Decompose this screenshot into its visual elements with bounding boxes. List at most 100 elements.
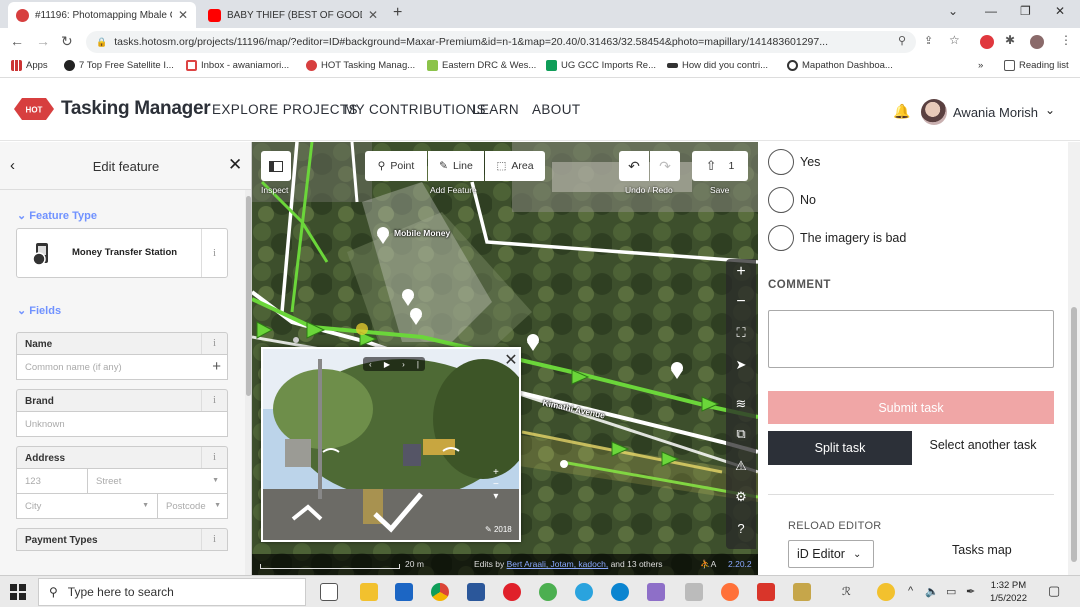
comment-textarea[interactable] bbox=[768, 310, 1054, 368]
pen-icon[interactable]: ✒ bbox=[966, 585, 975, 598]
fields-section-toggle[interactable]: ⌄ Fields bbox=[17, 304, 61, 317]
app-icon[interactable] bbox=[685, 583, 703, 601]
radio-circle[interactable] bbox=[768, 149, 794, 175]
reading-list-button[interactable]: Reading list bbox=[1004, 60, 1069, 71]
address-street-input[interactable]: Street ▼ bbox=[87, 469, 228, 494]
hot-logo-icon[interactable]: HOT bbox=[14, 96, 54, 122]
panel-scrollbar[interactable] bbox=[245, 190, 251, 575]
scale-bar[interactable] bbox=[260, 564, 400, 569]
next-photo-icon[interactable]: › bbox=[402, 360, 405, 369]
tasks-map-button[interactable]: Tasks map bbox=[952, 543, 1012, 557]
info-icon[interactable]: i bbox=[201, 229, 227, 277]
zoom-in-button[interactable]: + bbox=[726, 263, 756, 281]
brand-input[interactable]: Unknown bbox=[16, 412, 228, 437]
battery-icon[interactable]: ▭ bbox=[946, 585, 956, 598]
tab-search-chevron-icon[interactable]: ⌄ bbox=[948, 4, 958, 18]
issues-warning-icon[interactable]: ⚠ bbox=[726, 458, 756, 474]
panel-scrollbar[interactable] bbox=[1068, 142, 1080, 575]
address-postcode-input[interactable]: Postcode ▼ bbox=[157, 494, 228, 519]
browser-tab-tasking-manager[interactable]: #11196: Photomapping Mbale Ci ✕ bbox=[8, 2, 196, 28]
radio-option-yes[interactable]: Yes bbox=[768, 149, 820, 175]
taskbar-search-input[interactable]: ⚲ Type here to search bbox=[38, 578, 306, 606]
windows-start-icon[interactable] bbox=[10, 584, 26, 600]
mail-icon[interactable] bbox=[395, 583, 413, 601]
close-tab-icon[interactable]: ✕ bbox=[368, 8, 378, 22]
telegram-icon[interactable] bbox=[575, 583, 593, 601]
close-panel-icon[interactable]: ✕ bbox=[228, 155, 242, 175]
user-avatar[interactable] bbox=[921, 99, 947, 125]
nav-my-contributions[interactable]: MY CONTRIBUTIONS bbox=[344, 102, 486, 117]
radio-option-no[interactable]: No bbox=[768, 187, 816, 213]
more-bookmarks-button[interactable]: » bbox=[978, 60, 983, 71]
bookmark-hot-tasking[interactable]: HOT Tasking Manag... bbox=[306, 60, 415, 71]
bookmark-drc[interactable]: Eastern DRC & Wes... bbox=[427, 60, 536, 71]
info-icon[interactable]: i bbox=[201, 529, 227, 550]
bookmark-satellite[interactable]: 7 Top Free Satellite I... bbox=[64, 60, 174, 71]
maximize-button[interactable]: ❐ bbox=[1020, 4, 1031, 18]
profile-avatar-icon[interactable] bbox=[1030, 35, 1044, 49]
bookmark-ug-gcc[interactable]: UG GCC Imports Re... bbox=[546, 60, 656, 71]
share-icon[interactable]: ⇪ bbox=[924, 34, 938, 48]
contributors-link[interactable]: Bert Araali, Jotam, kadoch, bbox=[507, 559, 609, 569]
background-layers-icon[interactable]: ≋ bbox=[726, 396, 756, 412]
bookmark-gmail[interactable]: Inbox - awaniamori... bbox=[186, 60, 289, 71]
zoom-to-selection-icon[interactable]: ⛶ bbox=[726, 325, 756, 341]
show-hidden-icons-icon[interactable]: ^ bbox=[908, 585, 913, 597]
radio-option-imagery-bad[interactable]: The imagery is bad bbox=[768, 225, 906, 251]
new-tab-button[interactable]: + bbox=[393, 4, 402, 22]
info-icon[interactable]: i bbox=[201, 447, 227, 468]
bookmark-star-icon[interactable]: ☆ bbox=[949, 33, 963, 47]
add-area-button[interactable]: ⬚ Area bbox=[485, 151, 545, 181]
photo-rotate-icon[interactable]: ▾ bbox=[493, 491, 499, 503]
scrollbar-thumb[interactable] bbox=[1071, 307, 1077, 562]
photo-viewer[interactable]: ‹ ▶ › | + − ▾ ✎ 2018 ✕ bbox=[261, 347, 533, 542]
photo-zoom-out-icon[interactable]: − bbox=[493, 479, 499, 491]
geolocate-icon[interactable]: ➤ bbox=[726, 357, 756, 373]
select-another-task-button[interactable]: Select another task bbox=[928, 438, 1038, 453]
back-arrow-icon[interactable]: ← bbox=[10, 33, 24, 49]
feature-type-section-toggle[interactable]: ⌄ Feature Type bbox=[17, 209, 97, 222]
firefox-icon[interactable] bbox=[721, 583, 739, 601]
radio-circle[interactable] bbox=[768, 225, 794, 251]
previous-photo-icon[interactable]: ‹ bbox=[369, 360, 372, 369]
submit-task-button[interactable]: Submit task bbox=[768, 391, 1054, 424]
system-clock[interactable]: 1:32 PM 1/5/2022 bbox=[990, 579, 1027, 605]
nav-explore-projects[interactable]: EXPLORE PROJECTS bbox=[212, 102, 358, 117]
notifications-icon[interactable]: ▢ bbox=[1048, 583, 1060, 599]
map-canvas[interactable]: Mobile Money Kimathi Avenue Inspect ⚲ Poi… bbox=[252, 142, 758, 575]
opera-icon[interactable] bbox=[503, 583, 521, 601]
address-bar[interactable]: 🔒 tasks.hotosm.org/projects/11196/map/?e… bbox=[86, 31, 916, 53]
nav-about[interactable]: ABOUT bbox=[532, 102, 581, 117]
close-window-button[interactable]: ✕ bbox=[1055, 4, 1065, 18]
close-tab-icon[interactable]: ✕ bbox=[178, 8, 188, 22]
undo-button[interactable]: ↶ bbox=[619, 151, 649, 181]
app-title[interactable]: Tasking Manager bbox=[61, 98, 211, 120]
location-icon[interactable]: ⚲ bbox=[898, 34, 912, 48]
street-photo[interactable] bbox=[263, 349, 533, 540]
address-number-input[interactable]: 123 bbox=[16, 469, 88, 494]
edge-icon[interactable] bbox=[611, 583, 629, 601]
save-button[interactable]: ⇧ 1 bbox=[692, 151, 748, 181]
map-data-icon[interactable]: ⧉ bbox=[726, 426, 756, 442]
play-icon[interactable]: ▶ bbox=[384, 360, 390, 369]
photo-zoom-in-icon[interactable]: + bbox=[493, 467, 499, 479]
redo-button[interactable]: ↷ bbox=[650, 151, 680, 181]
qgis-icon[interactable] bbox=[539, 583, 557, 601]
version-link[interactable]: 2.20.2 bbox=[728, 559, 752, 569]
reload-icon[interactable]: ↻ bbox=[61, 33, 73, 50]
help-icon[interactable]: ? bbox=[726, 521, 756, 536]
inspect-toggle-button[interactable] bbox=[261, 151, 291, 181]
forward-arrow-icon[interactable]: → bbox=[36, 33, 50, 49]
app-icon[interactable] bbox=[647, 583, 665, 601]
radio-circle[interactable] bbox=[768, 187, 794, 213]
preferences-gear-icon[interactable]: ⚙ bbox=[726, 489, 756, 505]
zoom-out-button[interactable]: − bbox=[726, 293, 756, 311]
notifications-bell-icon[interactable]: 🔔 bbox=[893, 103, 910, 120]
user-menu-chevron-icon[interactable]: ⌄ bbox=[1045, 103, 1055, 117]
add-point-button[interactable]: ⚲ Point bbox=[365, 151, 427, 181]
file-explorer-icon[interactable] bbox=[360, 583, 378, 601]
bookmark-how-contribute[interactable]: How did you contri... bbox=[667, 60, 768, 71]
address-city-input[interactable]: City ▼ bbox=[16, 494, 158, 519]
info-icon[interactable]: i bbox=[201, 390, 227, 411]
browser-menu-icon[interactable]: ⋮ bbox=[1060, 33, 1074, 47]
